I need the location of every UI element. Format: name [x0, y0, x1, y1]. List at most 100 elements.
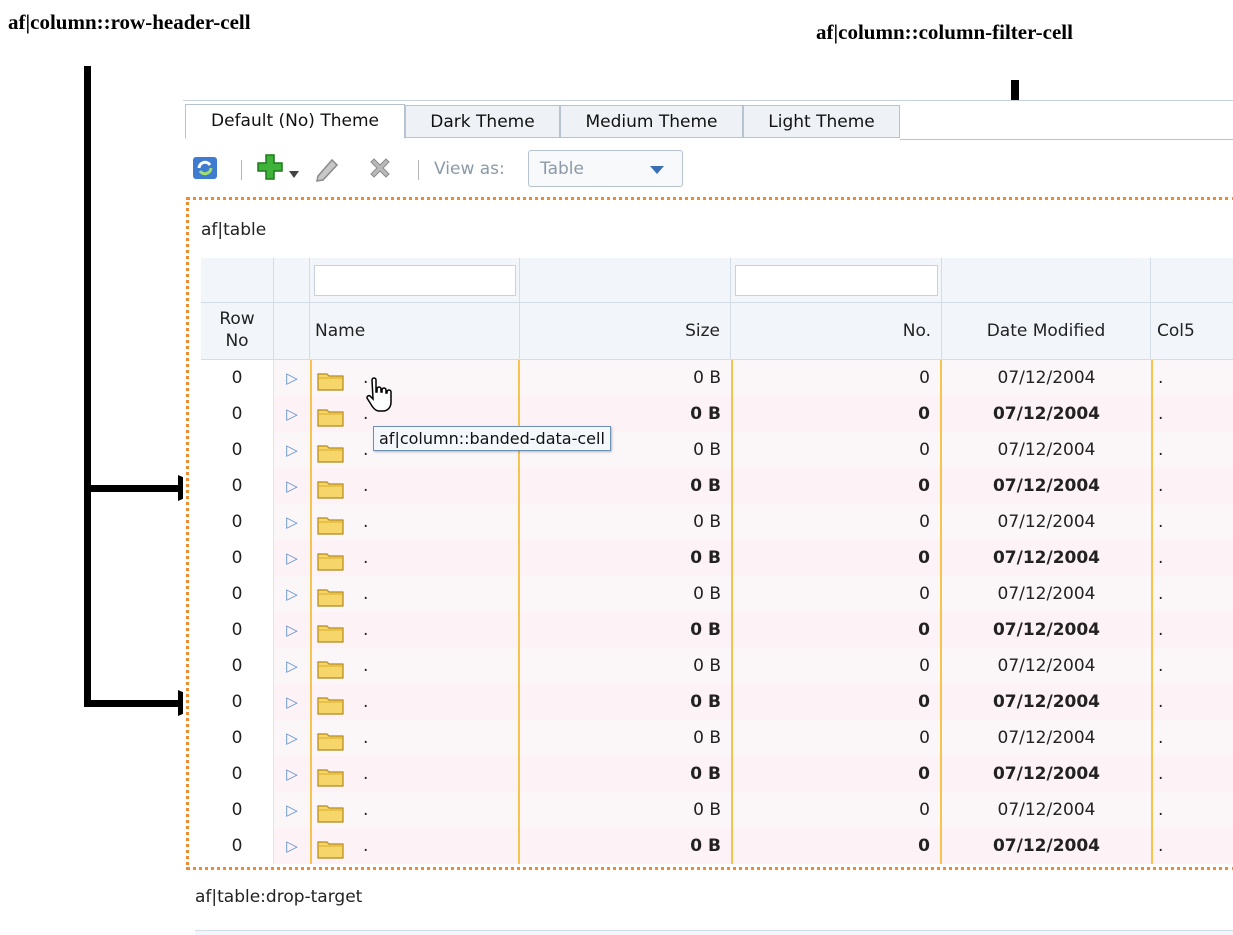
row-expand-cell: ▷	[274, 612, 310, 648]
expand-triangle-icon[interactable]: ▷	[286, 729, 298, 747]
name-value: .	[363, 728, 369, 748]
no-cell: 0	[731, 576, 942, 612]
table-outline: af|table Row No Name Size No. Date Modifi…	[186, 197, 1233, 870]
no-cell: 0	[731, 396, 942, 432]
tab-dark-theme[interactable]: Dark Theme	[405, 105, 560, 138]
expand-triangle-icon[interactable]: ▷	[286, 405, 298, 423]
date-modified-cell: 07/12/2004	[942, 576, 1151, 612]
table-row[interactable]: 0 ▷. 0 B 0 07/12/2004.	[201, 396, 1233, 432]
header-row: Row No Name Size No. Date Modified Col5	[201, 303, 1233, 360]
name-cell[interactable]: .	[310, 576, 520, 612]
folder-icon	[317, 440, 345, 463]
no-cell: 0	[731, 540, 942, 576]
row-header-arrow-lower	[84, 700, 184, 707]
name-cell[interactable]: .	[310, 828, 520, 864]
name-cell[interactable]: .	[310, 684, 520, 720]
row-expand-cell: ▷	[274, 504, 310, 540]
filter-cell-size	[520, 258, 731, 302]
table-row[interactable]: 0 ▷. 0 B 0 07/12/2004.	[201, 576, 1233, 612]
column-header-rowno[interactable]: Row No	[201, 303, 274, 359]
row-header-cell: 0	[201, 720, 274, 756]
name-cell[interactable]: .	[310, 720, 520, 756]
row-header-cell: 0	[201, 504, 274, 540]
name-cell[interactable]: .	[310, 648, 520, 684]
expand-triangle-icon[interactable]: ▷	[286, 369, 298, 387]
name-cell[interactable]: .	[310, 756, 520, 792]
tab-default-theme[interactable]: Default (No) Theme	[185, 104, 405, 139]
no-cell: 0	[731, 360, 942, 396]
date-modified-cell: 07/12/2004	[942, 684, 1151, 720]
dropdown-caret-icon[interactable]	[289, 162, 299, 184]
column-header-date[interactable]: Date Modified	[942, 303, 1151, 359]
row-header-cell: 0	[201, 648, 274, 684]
no-cell: 0	[731, 468, 942, 504]
row-header-cell: 0	[201, 432, 274, 468]
expand-triangle-icon[interactable]: ▷	[286, 513, 298, 531]
name-cell[interactable]: .	[310, 468, 520, 504]
expand-triangle-icon[interactable]: ▷	[286, 585, 298, 603]
table-row[interactable]: 0 ▷. 0 B 0 07/12/2004.	[201, 828, 1233, 864]
table-row[interactable]: 0 ▷. 0 B 0 07/12/2004.	[201, 504, 1233, 540]
table-row[interactable]: 0 ▷. 0 B 0 07/12/2004.	[201, 540, 1233, 576]
size-cell: 0 B	[520, 612, 731, 648]
table-row[interactable]: 0 ▷. 0 B 0 07/12/2004.	[201, 720, 1233, 756]
no-cell: 0	[731, 720, 942, 756]
date-modified-cell: 07/12/2004	[942, 792, 1151, 828]
name-filter-input[interactable]	[314, 265, 516, 296]
name-cell[interactable]: .	[310, 792, 520, 828]
delete-icon[interactable]	[366, 154, 394, 187]
date-modified-cell: 07/12/2004	[942, 432, 1151, 468]
date-modified-cell: 07/12/2004	[942, 468, 1151, 504]
table-row[interactable]: 0 ▷. 0 B 0 07/12/2004.	[201, 792, 1233, 828]
tab-light-theme[interactable]: Light Theme	[743, 105, 900, 138]
view-as-select[interactable]: Table	[528, 150, 683, 187]
expand-triangle-icon[interactable]: ▷	[286, 837, 298, 855]
table-row[interactable]: 0 ▷. 0 B 0 07/12/2004.	[201, 612, 1233, 648]
row-header-cell-annotation: af|column::row-header-cell	[8, 10, 251, 34]
column-header-col5[interactable]: Col5	[1151, 303, 1233, 359]
table-row[interactable]: 0 ▷. 0 B 0 07/12/2004.	[201, 648, 1233, 684]
row-header-cell: 0	[201, 360, 274, 396]
expand-triangle-icon[interactable]: ▷	[286, 693, 298, 711]
name-cell[interactable]: .	[310, 612, 520, 648]
table-row[interactable]: 0 ▷. 0 B 0 07/12/2004.	[201, 360, 1233, 396]
date-modified-cell: 07/12/2004	[942, 612, 1151, 648]
name-cell[interactable]: .	[310, 504, 520, 540]
expand-triangle-icon[interactable]: ▷	[286, 477, 298, 495]
table-row[interactable]: 0 ▷. 0 B 0 07/12/2004.	[201, 468, 1233, 504]
row-header-cell: 0	[201, 684, 274, 720]
no-filter-input[interactable]	[735, 265, 938, 296]
folder-icon	[317, 764, 345, 787]
folder-icon	[317, 800, 345, 823]
expand-triangle-icon[interactable]: ▷	[286, 765, 298, 783]
folder-icon	[317, 728, 345, 751]
banded-data-cell-tooltip: af|column::banded-data-cell	[373, 426, 611, 451]
date-modified-cell: 07/12/2004	[942, 540, 1151, 576]
name-value: .	[363, 764, 369, 784]
name-value: .	[363, 512, 369, 532]
name-cell[interactable]: .	[310, 540, 520, 576]
table-row[interactable]: 0 ▷. 0 B 0 07/12/2004.	[201, 756, 1233, 792]
view-as-value: Table	[540, 159, 584, 179]
tab-medium-theme[interactable]: Medium Theme	[560, 105, 743, 138]
view-as-label: View as:	[434, 159, 505, 179]
row-expand-cell: ▷	[274, 396, 310, 432]
col5-cell: .	[1151, 468, 1233, 504]
app-window: Default (No) Theme Dark Theme Medium The…	[183, 100, 1233, 935]
table-row[interactable]: 0 ▷. 0 B 0 07/12/2004.	[201, 684, 1233, 720]
column-header-size[interactable]: Size	[520, 303, 731, 359]
expand-triangle-icon[interactable]: ▷	[286, 657, 298, 675]
expand-triangle-icon[interactable]: ▷	[286, 801, 298, 819]
name-cell[interactable]: .	[310, 360, 520, 396]
column-header-no[interactable]: No.	[731, 303, 942, 359]
col5-cell: .	[1151, 648, 1233, 684]
table-row[interactable]: 0 ▷. 0 B 0 07/12/2004.	[201, 432, 1233, 468]
folder-icon	[317, 548, 345, 571]
expand-triangle-icon[interactable]: ▷	[286, 441, 298, 459]
expand-triangle-icon[interactable]: ▷	[286, 621, 298, 639]
column-header-name[interactable]: Name	[310, 303, 520, 359]
refresh-icon[interactable]	[191, 154, 219, 187]
expand-triangle-icon[interactable]: ▷	[286, 549, 298, 567]
edit-icon[interactable]	[314, 154, 342, 187]
add-icon[interactable]	[255, 152, 285, 187]
